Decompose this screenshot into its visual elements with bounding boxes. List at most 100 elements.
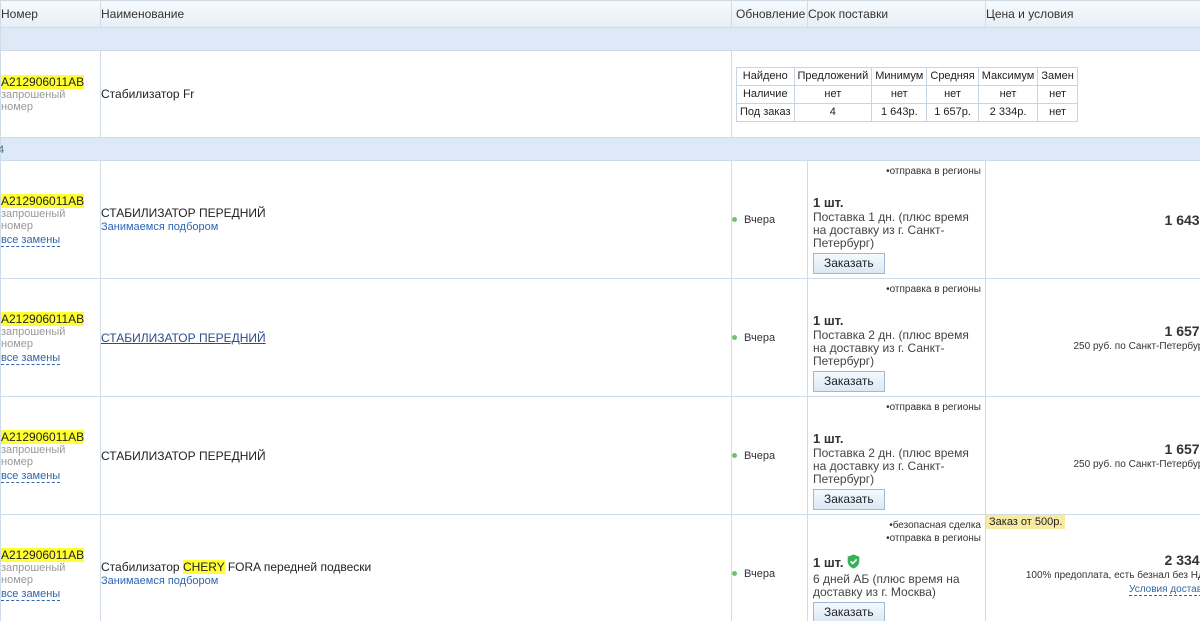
order-button[interactable]: Заказать (813, 602, 885, 621)
summary-cell: нет (977, 84, 1039, 104)
price: 1 643р. (1164, 211, 1200, 228)
price: 2 334р. (1164, 552, 1200, 568)
part-number[interactable]: A212906011AB (1, 193, 85, 208)
delivery-tag: •отправка в регионы (886, 284, 981, 295)
part-number[interactable]: A212906011AB (1, 429, 85, 444)
update-cell: Вчера (731, 396, 808, 515)
summary-cell: нет (1037, 102, 1078, 122)
part-number[interactable]: A212906011AB (1, 75, 85, 89)
update-cell: Вчера (731, 278, 808, 397)
quantity: 1 шт. (813, 312, 844, 328)
header-delivery[interactable]: Срок поставки (807, 0, 986, 28)
delivery-term: 6 дней АБ (плюс время на доставку из г. … (813, 572, 960, 599)
name-cell: СТАБИЛИЗАТОР ПЕРЕДНИЙ (100, 278, 732, 397)
price-cell: 1 657р. 250 руб. по Санкт-Петербургу (985, 396, 1200, 515)
delivery-tag: •отправка в регионы (886, 166, 981, 177)
price: 1 657р. (1164, 323, 1200, 339)
header-update[interactable]: Обновление (731, 0, 808, 28)
delivery-cell: •отправка в регионы 1 шт. Поставка 1 дн.… (807, 160, 986, 279)
price: 1 657р. (1164, 441, 1200, 457)
part-name: СТАБИЛИЗАТОР ПЕРЕДНИЙ (101, 448, 266, 463)
delivery-cell: •отправка в регионы 1 шт. Поставка 2 дн.… (807, 278, 986, 397)
order-button[interactable]: Заказать (813, 488, 885, 510)
band-row: 4 (0, 137, 1200, 161)
summary-cell: 4 (793, 102, 873, 122)
table-row: A212906011AB запрошеный номер все замены… (0, 278, 1200, 397)
part-name: Стабилизатор CHERY FORA передней подвеск… (101, 560, 731, 574)
price-cell: 1 657р. 250 руб. по Санкт-Петербургу (985, 278, 1200, 397)
price-cell: 1 643р. (985, 160, 1200, 279)
summary-cell: нет (926, 84, 979, 104)
summary-cell: Наличие (736, 84, 795, 104)
results-table: Номер Наименование Обновление Срок поста… (0, 0, 1200, 621)
order-button[interactable]: Заказать (813, 252, 885, 274)
header-price[interactable]: Цена и условия (985, 0, 1200, 28)
part-note: запрошеный номер (1, 325, 66, 350)
delivery-term: Поставка 2 дн. (плюс время на доставку и… (813, 445, 969, 486)
update-cell: Вчера (731, 514, 808, 621)
delivery-tags: •безопасная сделка •отправка в регионы (886, 519, 981, 545)
header-number[interactable]: Номер (0, 0, 101, 28)
price-note: 250 руб. по Санкт-Петербургу (1073, 341, 1200, 352)
part-note: запрошеный номер (1, 207, 66, 232)
results-panel: Номер Наименование Обновление Срок поста… (0, 0, 1200, 621)
part-number[interactable]: A212906011AB (1, 547, 85, 562)
delivery-tag: •безопасная сделка (889, 520, 981, 531)
status-dot-icon (732, 335, 737, 341)
summary-cell: нет (871, 84, 928, 104)
min-order-badge: Заказ от 500р. (986, 515, 1066, 529)
part-note: запрошеный номер (1, 89, 66, 113)
update-cell: Вчера (731, 160, 808, 279)
shield-check-icon (847, 554, 860, 571)
update-date: Вчера (744, 213, 776, 226)
update-date: Вчера (744, 449, 776, 462)
summary-col: Найдено (736, 66, 795, 86)
delivery-tag: •отправка в регионы (886, 402, 981, 413)
delivery-cell: •отправка в регионы 1 шт. Поставка 2 дн.… (807, 396, 986, 515)
summary-col: Замен (1037, 66, 1078, 86)
number-cell: A212906011AB запрошеный номер все замены (0, 514, 101, 621)
order-button[interactable]: Заказать (813, 370, 885, 392)
update-date: Вчера (744, 567, 776, 580)
number-cell: A212906011AB запрошеный номер (0, 50, 101, 138)
table-row: A212906011AB запрошеный номер все замены… (0, 396, 1200, 515)
summary-cell: нет (1037, 84, 1078, 104)
summary-col: Минимум (871, 66, 928, 86)
price-note: 100% предоплата, есть безнал без НДС (1025, 570, 1200, 581)
requested-part-row: A212906011AB запрошеный номер Стабилизат… (0, 50, 1200, 138)
all-replacements-link[interactable]: все замены (1, 233, 61, 247)
number-cell: A212906011AB запрошеный номер все замены (0, 396, 101, 515)
selection-note: Занимаемся подбором (101, 575, 219, 587)
selection-note: Занимаемся подбором (101, 221, 219, 233)
quantity-line: 1 шт. (813, 554, 981, 571)
part-number[interactable]: A212906011AB (1, 311, 85, 326)
part-name: СТАБИЛИЗАТОР ПЕРЕДНИЙ (101, 206, 266, 220)
all-replacements-link[interactable]: все замены (1, 469, 61, 483)
summary-col: Средняя (926, 66, 979, 86)
price-cell: Заказ от 500р. 2 334р. 100% предоплата, … (985, 514, 1200, 621)
summary-cell: Найдено Предложений Минимум Средняя Макс… (731, 50, 1200, 138)
quantity: 1 шт. (813, 194, 844, 210)
part-name: Стабилизатор Fr (100, 50, 732, 138)
summary-col: Предложений (793, 66, 873, 86)
table-header: Номер Наименование Обновление Срок поста… (0, 0, 1200, 28)
header-name[interactable]: Наименование (100, 0, 732, 28)
table-row: A212906011AB запрошеный номер все замены… (0, 514, 1200, 621)
number-cell: A212906011AB запрошеный номер все замены (0, 278, 101, 397)
quantity: 1 шт. (813, 555, 844, 570)
table-row: A212906011AB запрошеный номер все замены… (0, 160, 1200, 279)
summary-table: Найдено Предложений Минимум Средняя Макс… (736, 66, 1078, 122)
price-note: 250 руб. по Санкт-Петербургу (1073, 459, 1200, 470)
status-dot-icon (732, 571, 737, 577)
all-replacements-link[interactable]: все замены (1, 587, 61, 601)
all-replacements-link[interactable]: все замены (1, 351, 61, 365)
status-dot-icon (732, 453, 737, 459)
part-name-link[interactable]: СТАБИЛИЗАТОР ПЕРЕДНИЙ (101, 331, 266, 345)
delivery-terms-link[interactable]: Условия доставки (1129, 584, 1200, 596)
summary-cell: нет (793, 84, 873, 104)
summary-cell: 2 334р. (977, 102, 1039, 122)
brand-highlight: CHERY (182, 560, 225, 574)
name-cell: Стабилизатор CHERY FORA передней подвеск… (100, 514, 732, 621)
summary-cell: Под заказ (736, 102, 795, 122)
delivery-cell: •безопасная сделка •отправка в регионы 1… (807, 514, 986, 621)
